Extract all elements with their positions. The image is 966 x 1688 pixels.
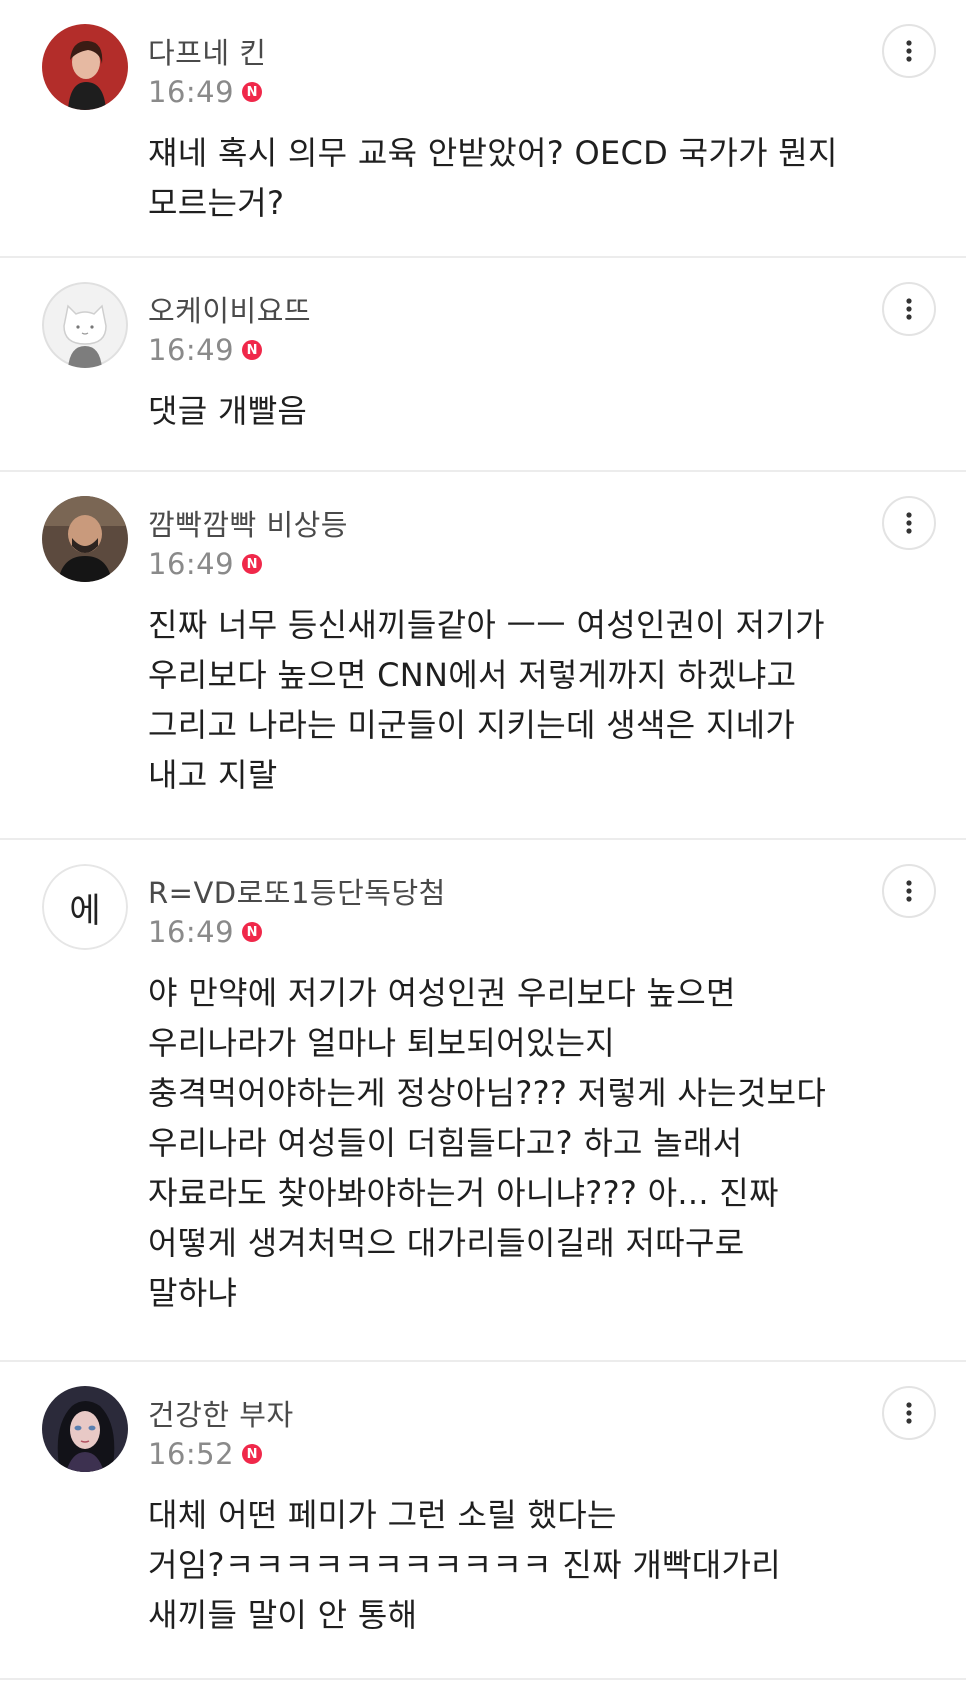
avatar-photo-icon xyxy=(42,24,128,110)
avatar-initial: 에 xyxy=(42,864,128,950)
avatar[interactable] xyxy=(42,24,128,110)
comment-text: 진짜 너무 등신새끼들같아 ㅡㅡ 여성인권이 저기가 우리보다 높으면 CNN에… xyxy=(148,606,825,794)
new-badge-icon: N xyxy=(242,340,263,360)
comment-item: 오케이비요뜨 16:49 N 댓글 개빨음 xyxy=(0,258,966,472)
comment-author[interactable]: 다프네 킨 xyxy=(148,30,266,72)
comment-time: 16:49 xyxy=(148,547,235,581)
comment-time: 16:49 xyxy=(148,75,235,109)
comment-item: 에 R=VD로또1등단독당첨 16:49 N 야 만약에 저기가 여성인권 우리… xyxy=(0,840,966,1362)
comment-text: 댓글 개빨음 xyxy=(148,392,308,430)
comment-text: 쟤네 혹시 의무 교육 안받았어? OECD 국가가 뭔지 모르는거? xyxy=(148,134,838,222)
more-options-button[interactable] xyxy=(882,1386,936,1440)
avatar[interactable] xyxy=(42,1386,128,1472)
avatar[interactable] xyxy=(42,496,128,582)
new-badge-icon: N xyxy=(242,1444,263,1464)
avatar-default-cat-icon xyxy=(42,282,128,368)
comment-item: 다프네 킨 16:49 N 쟤네 혹시 의무 교육 안받았어? OECD 국가가… xyxy=(0,0,966,258)
comment-list: 다프네 킨 16:49 N 쟤네 혹시 의무 교육 안받았어? OECD 국가가… xyxy=(0,0,966,1680)
comment-author[interactable]: 건강한 부자 xyxy=(148,1392,294,1434)
comment-meta: 16:52 N xyxy=(148,1436,263,1472)
comment-meta: 16:49 N xyxy=(148,332,263,368)
avatar-illustration-icon xyxy=(42,1386,128,1472)
comment-meta: 16:49 N xyxy=(148,914,263,950)
comment-item: 건강한 부자 16:52 N 대체 어떤 페미가 그런 소릴 했다는 거임?ㅋㅋ… xyxy=(0,1362,966,1680)
comment-text: 야 만약에 저기가 여성인권 우리보다 높으면 우리나라가 얼마나 퇴보되어있는… xyxy=(148,974,827,1312)
more-vertical-icon xyxy=(906,40,912,62)
more-options-button[interactable] xyxy=(882,864,936,918)
more-vertical-icon xyxy=(906,1402,912,1424)
comment-author[interactable]: 깜빡깜빡 비상등 xyxy=(148,502,348,544)
comment-item: 깜빡깜빡 비상등 16:49 N 진짜 너무 등신새끼들같아 ㅡㅡ 여성인권이 … xyxy=(0,472,966,840)
more-vertical-icon xyxy=(906,880,912,902)
more-options-button[interactable] xyxy=(882,24,936,78)
new-badge-icon: N xyxy=(242,922,263,942)
more-vertical-icon xyxy=(906,298,912,320)
more-options-button[interactable] xyxy=(882,496,936,550)
avatar[interactable]: 에 xyxy=(42,864,128,950)
avatar[interactable] xyxy=(42,282,128,368)
comment-time: 16:52 xyxy=(148,1437,235,1471)
comment-time: 16:49 xyxy=(148,915,235,949)
comment-author[interactable]: 오케이비요뜨 xyxy=(148,288,311,330)
comment-meta: 16:49 N xyxy=(148,546,263,582)
more-vertical-icon xyxy=(906,512,912,534)
more-options-button[interactable] xyxy=(882,282,936,336)
new-badge-icon: N xyxy=(242,82,263,102)
comment-text: 대체 어떤 페미가 그런 소릴 했다는 거임?ㅋㅋㅋㅋㅋㅋㅋㅋㅋㅋㅋ 진짜 개빡… xyxy=(148,1496,782,1634)
avatar-photo-icon xyxy=(42,496,128,582)
comment-time: 16:49 xyxy=(148,333,235,367)
comment-meta: 16:49 N xyxy=(148,74,263,110)
new-badge-icon: N xyxy=(242,554,263,574)
comment-author[interactable]: R=VD로또1등단독당첨 xyxy=(148,870,446,912)
